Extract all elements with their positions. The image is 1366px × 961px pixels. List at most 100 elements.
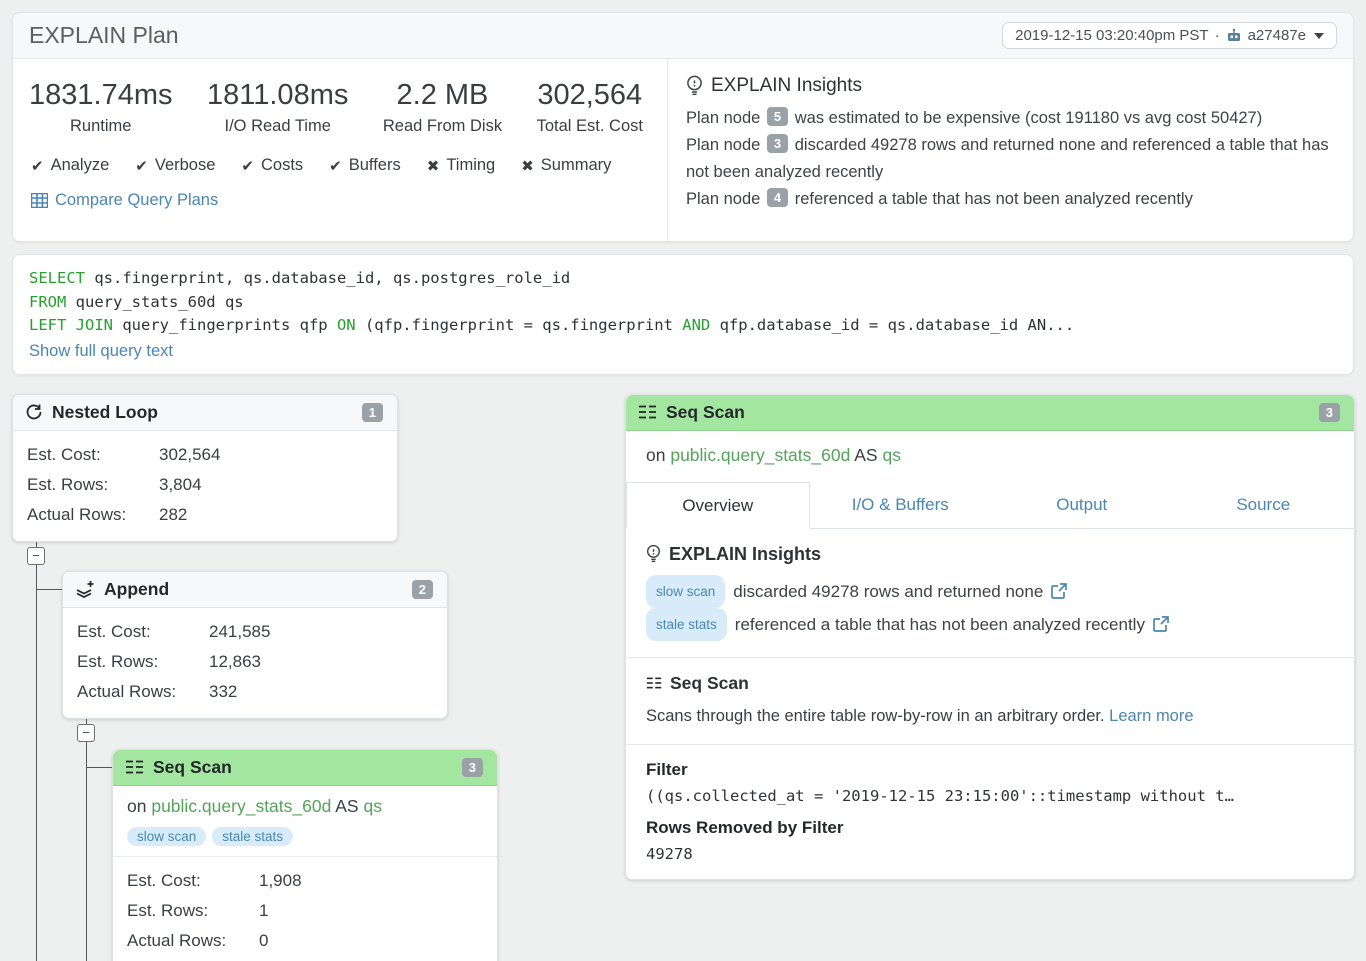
tab-io-buffers[interactable]: I/O & Buffers <box>810 482 992 529</box>
tag-stale-stats: stale stats <box>646 608 727 641</box>
node-title: Nested Loop <box>52 402 158 423</box>
explain-insights-summary: EXPLAIN Insights Plan node 5 was estimat… <box>667 59 1353 241</box>
node-stat-row: Est. Cost:302,564 <box>27 440 383 470</box>
node-number-badge: 3 <box>1319 403 1340 422</box>
node-detail-panel: Seq Scan 3 on public.query_stats_60d AS … <box>625 394 1355 880</box>
query-text-panel: SELECT qs.fingerprint, qs.database_id, q… <box>12 254 1354 375</box>
panel-header: EXPLAIN Plan 2019-12-15 03:20:40pm PST ·… <box>13 13 1353 59</box>
stat-io-read-time: 1811.08ms I/O Read Time <box>207 79 348 136</box>
node-stat-row: Actual Rows:282 <box>27 500 383 530</box>
check-icon: ✔ <box>135 157 148 175</box>
node-type-info-section: Seq Scan Scans through the entire table … <box>626 657 1354 744</box>
node-stat-row: Est. Rows:1 <box>127 896 483 926</box>
node-type-heading: Seq Scan <box>646 673 1334 694</box>
stat-total-est-cost: 302,564 Total Est. Cost <box>537 79 643 136</box>
plan-node-nested-loop[interactable]: Nested Loop 1 Est. Cost:302,564 Est. Row… <box>12 394 398 542</box>
rows-removed-value: 49278 <box>646 845 1334 863</box>
tab-output[interactable]: Output <box>991 482 1173 529</box>
detail-insights-section: EXPLAIN Insights slow scan discarded 492… <box>626 529 1354 657</box>
table-link[interactable]: public.query_stats_60d <box>670 445 850 465</box>
node-number-badge: 2 <box>412 580 433 599</box>
stat-value: 302,564 <box>537 79 643 112</box>
x-icon: ✖ <box>521 157 534 175</box>
flag-verbose: ✔Verbose <box>135 156 215 175</box>
node-header[interactable]: Nested Loop 1 <box>13 395 397 431</box>
node-header[interactable]: Append 2 <box>63 572 447 608</box>
collapse-node-button[interactable]: − <box>27 547 45 565</box>
check-icon: ✔ <box>329 157 342 175</box>
stat-value: 1831.74ms <box>29 79 173 112</box>
node-title: Seq Scan <box>153 757 232 778</box>
explain-plan-panel: EXPLAIN Plan 2019-12-15 03:20:40pm PST ·… <box>12 12 1354 242</box>
tab-overview[interactable]: Overview <box>626 482 810 529</box>
external-link-icon[interactable] <box>1051 583 1067 599</box>
stat-label: Runtime <box>29 117 173 136</box>
x-icon: ✖ <box>427 157 440 175</box>
insights-heading: EXPLAIN Insights <box>646 544 1334 565</box>
node-title: Append <box>104 579 169 600</box>
node-type-description: Scans through the entire table row-by-ro… <box>646 704 1334 728</box>
node-number-badge: 3 <box>462 758 483 777</box>
node-header-selected[interactable]: Seq Scan 3 <box>113 750 497 786</box>
node-stat-row: Est. Rows:3,804 <box>27 470 383 500</box>
loop-icon <box>25 403 43 421</box>
filter-label: Filter <box>646 760 1334 780</box>
node-number-badge[interactable]: 4 <box>767 188 788 207</box>
node-stat-row: Actual Rows:332 <box>77 677 433 707</box>
stat-read-from-disk: 2.2 MB Read From Disk <box>383 79 502 136</box>
node-stat-row: Est. Cost:1,908 <box>127 866 483 896</box>
sql-line: FROM query_stats_60d qs <box>29 291 1337 315</box>
sql-line: LEFT JOIN query_fingerprints qfp ON (qfp… <box>29 314 1337 338</box>
filter-expression: ((qs.collected_at = '2019-12-15 23:15:00… <box>646 787 1334 805</box>
detail-title: Seq Scan <box>666 402 745 423</box>
detail-relation: on public.query_stats_60d AS qs <box>626 431 1354 480</box>
insights-heading: EXPLAIN Insights <box>686 75 1337 97</box>
node-relation: on public.query_stats_60d AS qs <box>113 786 497 827</box>
external-link-icon[interactable] <box>1153 616 1169 632</box>
check-icon: ✔ <box>31 157 44 175</box>
alias-link[interactable]: qs <box>363 796 381 816</box>
flag-timing: ✖Timing <box>427 156 495 175</box>
tag-slow-scan: slow scan <box>127 827 206 846</box>
node-number-badge: 1 <box>362 403 383 422</box>
node-number-badge[interactable]: 3 <box>767 134 788 153</box>
lightbulb-icon <box>686 75 703 97</box>
timestamp-text: 2019-12-15 03:20:40pm PST <box>1015 27 1208 44</box>
plan-tree: − − Nested Loop 1 Est. Cost:302,564 Est.… <box>0 393 1366 961</box>
node-stat-row: Actual Rows:0 <box>127 926 483 956</box>
flag-analyze: ✔Analyze <box>31 156 109 175</box>
node-tags: slow scan stale stats <box>113 827 497 857</box>
detail-tabs: Overview I/O & Buffers Output Source <box>626 482 1354 529</box>
stat-value: 2.2 MB <box>383 79 502 112</box>
plan-timestamp-dropdown[interactable]: 2019-12-15 03:20:40pm PST · a27487e <box>1002 22 1337 49</box>
lightbulb-icon <box>646 544 661 564</box>
seq-scan-rows-icon <box>125 759 144 775</box>
collapse-node-button[interactable]: − <box>77 724 95 742</box>
plan-node-append[interactable]: Append 2 Est. Cost:241,585 Est. Rows:12,… <box>62 571 448 719</box>
compare-query-plans-link[interactable]: Compare Query Plans <box>31 191 218 210</box>
stat-label: Total Est. Cost <box>537 117 643 136</box>
insight-item: Plan node 4 referenced a table that has … <box>686 186 1337 213</box>
flag-costs: ✔Costs <box>241 156 303 175</box>
learn-more-link[interactable]: Learn more <box>1109 707 1193 725</box>
robot-icon <box>1226 28 1242 44</box>
table-link[interactable]: public.query_stats_60d <box>151 796 331 816</box>
append-layers-icon <box>75 580 95 599</box>
plan-stats: 1831.74ms Runtime 1811.08ms I/O Read Tim… <box>13 59 667 241</box>
alias-link[interactable]: qs <box>882 445 900 465</box>
chevron-down-icon <box>1314 33 1324 39</box>
page-title: EXPLAIN Plan <box>29 22 179 49</box>
show-full-query-link[interactable]: Show full query text <box>29 338 173 364</box>
separator-dot: · <box>1215 27 1220 44</box>
tag-stale-stats: stale stats <box>212 827 293 846</box>
stat-value: 1811.08ms <box>207 79 348 112</box>
plan-node-seq-scan[interactable]: Seq Scan 3 on public.query_stats_60d AS … <box>112 749 498 961</box>
tab-source[interactable]: Source <box>1173 482 1355 529</box>
detail-insight-item: stale stats referenced a table that has … <box>646 608 1334 641</box>
table-grid-icon <box>31 193 48 208</box>
detail-header: Seq Scan 3 <box>626 395 1354 431</box>
sql-line: SELECT qs.fingerprint, qs.database_id, q… <box>29 267 1337 291</box>
filter-section: Filter ((qs.collected_at = '2019-12-15 2… <box>626 744 1354 879</box>
flag-summary: ✖Summary <box>521 156 611 175</box>
node-number-badge[interactable]: 5 <box>767 107 788 126</box>
